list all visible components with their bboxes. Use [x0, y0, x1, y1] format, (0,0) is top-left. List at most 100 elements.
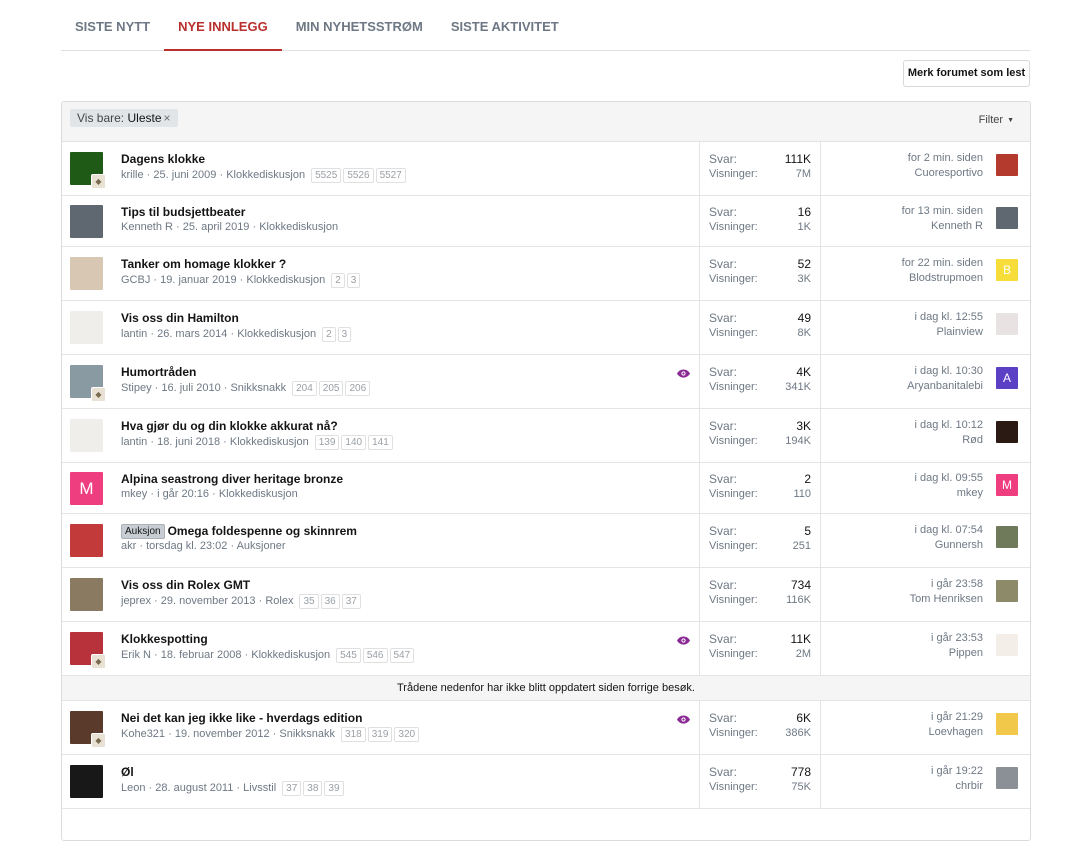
page-link[interactable]: 205 — [318, 381, 344, 396]
tab-siste-nytt[interactable]: SISTE NYTT — [61, 0, 164, 51]
thread-author[interactable]: jeprex — [121, 595, 151, 607]
last-poster-avatar[interactable] — [996, 634, 1018, 656]
last-poster-mini-avatar[interactable]: ◆ — [91, 174, 106, 189]
thread-date[interactable]: 18. juni 2018 — [157, 436, 220, 448]
last-post-user[interactable]: Loevhagen — [929, 726, 983, 738]
page-link[interactable]: 5526 — [343, 168, 374, 183]
close-icon[interactable]: × — [164, 111, 171, 125]
last-post-user[interactable]: mkey — [957, 487, 983, 499]
thread-forum[interactable]: Auksjoner — [237, 540, 286, 552]
thread-date[interactable]: 28. august 2011 — [155, 782, 233, 794]
thread-date[interactable]: i går 20:16 — [157, 488, 209, 500]
thread-forum[interactable]: Snikksnakk — [279, 728, 335, 740]
filter-dropdown-button[interactable]: Filter ▼ — [979, 114, 1014, 126]
page-link[interactable]: 204 — [292, 381, 317, 396]
thread-forum[interactable]: Snikksnakk — [230, 382, 286, 394]
last-poster-avatar[interactable] — [996, 207, 1018, 229]
page-link[interactable]: 37 — [282, 781, 302, 796]
last-post-user[interactable]: Rød — [962, 434, 983, 446]
page-link[interactable]: 38 — [303, 781, 323, 796]
thread-title-link[interactable]: Øl — [121, 765, 134, 779]
thread-author[interactable]: mkey — [121, 488, 147, 500]
last-post-date[interactable]: i går 21:29 — [931, 711, 983, 723]
page-link[interactable]: 5525 — [311, 168, 342, 183]
last-poster-mini-avatar[interactable]: ◆ — [91, 654, 106, 669]
avatar[interactable] — [70, 311, 103, 344]
page-link[interactable]: 39 — [324, 781, 344, 796]
mark-forum-read-button[interactable]: Merk forumet som lest — [903, 60, 1030, 87]
page-link[interactable]: 545 — [336, 648, 361, 663]
thread-forum[interactable]: Klokkediskusjon — [246, 274, 325, 286]
page-link[interactable]: 3 — [337, 327, 352, 342]
thread-author[interactable]: Stipey — [121, 382, 152, 394]
page-link[interactable]: 319 — [367, 727, 393, 742]
thread-title-link[interactable]: Alpina seastrong diver heritage bronze — [121, 472, 343, 486]
thread-forum[interactable]: Klokkediskusjon — [237, 328, 316, 340]
thread-date[interactable]: 25. juni 2009 — [153, 169, 216, 181]
avatar[interactable] — [70, 205, 103, 238]
avatar[interactable] — [70, 524, 103, 557]
tab-nye-innlegg[interactable]: NYE INNLEGG — [164, 0, 282, 51]
last-poster-avatar[interactable] — [996, 154, 1018, 176]
thread-date[interactable]: 16. juli 2010 — [161, 382, 220, 394]
page-link[interactable]: 2 — [322, 327, 336, 342]
thread-author[interactable]: akr — [121, 540, 136, 552]
thread-title-link[interactable]: Nei det kan jeg ikke like - hverdags edi… — [121, 711, 362, 725]
last-post-date[interactable]: for 13 min. siden — [902, 205, 983, 217]
last-post-user[interactable]: Cuoresportivo — [915, 167, 983, 179]
page-link[interactable]: 5527 — [375, 168, 406, 183]
page-link[interactable]: 140 — [341, 435, 367, 450]
thread-title-link[interactable]: Dagens klokke — [121, 152, 205, 166]
page-link[interactable]: 206 — [345, 381, 371, 396]
thread-author[interactable]: Erik N — [121, 649, 151, 661]
last-post-user[interactable]: Gunnersh — [935, 539, 983, 551]
last-poster-avatar[interactable] — [996, 767, 1018, 789]
page-link[interactable]: 547 — [389, 648, 415, 663]
last-poster-avatar[interactable]: M — [996, 474, 1018, 496]
thread-author[interactable]: Kenneth R — [121, 221, 173, 233]
thread-author[interactable]: GCBJ — [121, 274, 150, 286]
thread-title-link[interactable]: Vis oss din Rolex GMT — [121, 578, 250, 592]
thread-title-link[interactable]: Klokkespotting — [121, 632, 208, 646]
page-link[interactable]: 3 — [346, 273, 361, 288]
thread-title-link[interactable]: Auksjon Omega foldespenne og skinnrem — [121, 524, 357, 539]
avatar[interactable] — [70, 578, 103, 611]
page-link[interactable]: 318 — [341, 727, 366, 742]
tab-min-nyhetsstrom[interactable]: MIN NYHETSSTRØM — [282, 0, 437, 51]
page-link[interactable]: 35 — [299, 594, 319, 609]
last-poster-avatar[interactable] — [996, 313, 1018, 335]
last-poster-avatar[interactable]: A — [996, 367, 1018, 389]
last-poster-mini-avatar[interactable]: ◆ — [91, 387, 106, 402]
last-post-user[interactable]: Tom Henriksen — [910, 593, 983, 605]
thread-title-link[interactable]: Tips til budsjettbeater — [121, 205, 245, 219]
thread-forum[interactable]: Livsstil — [243, 782, 276, 794]
last-poster-avatar[interactable] — [996, 421, 1018, 443]
thread-title-link[interactable]: Tanker om homage klokker ? — [121, 257, 286, 271]
thread-date[interactable]: 29. november 2013 — [161, 595, 256, 607]
thread-title-link[interactable]: Vis oss din Hamilton — [121, 311, 239, 325]
last-poster-avatar[interactable] — [996, 713, 1018, 735]
page-link[interactable]: 37 — [341, 594, 361, 609]
thread-title-link[interactable]: Humortråden — [121, 365, 196, 379]
last-poster-avatar[interactable] — [996, 580, 1018, 602]
tab-siste-aktivitet[interactable]: SISTE AKTIVITET — [437, 0, 573, 51]
thread-title-link[interactable]: Hva gjør du og din klokke akkurat nå? — [121, 419, 338, 433]
thread-date[interactable]: 26. mars 2014 — [157, 328, 227, 340]
last-post-date[interactable]: i dag kl. 12:55 — [915, 311, 984, 323]
last-post-user[interactable]: Kenneth R — [931, 220, 983, 232]
thread-date[interactable]: 19. november 2012 — [175, 728, 270, 740]
last-post-date[interactable]: i dag kl. 07:54 — [915, 524, 984, 536]
thread-author[interactable]: krille — [121, 169, 144, 181]
last-poster-mini-avatar[interactable]: ◆ — [91, 733, 106, 748]
thread-date[interactable]: 19. januar 2019 — [160, 274, 236, 286]
last-post-date[interactable]: i dag kl. 10:30 — [915, 365, 984, 377]
last-post-user[interactable]: Aryanbanitalebi — [907, 380, 983, 392]
thread-date[interactable]: 25. april 2019 — [183, 221, 250, 233]
avatar[interactable]: M — [70, 472, 103, 505]
page-link[interactable]: 320 — [394, 727, 420, 742]
thread-forum[interactable]: Klokkediskusjon — [226, 169, 305, 181]
thread-author[interactable]: lantin — [121, 436, 147, 448]
thread-forum[interactable]: Klokkediskusjon — [230, 436, 309, 448]
avatar[interactable] — [70, 765, 103, 798]
last-post-date[interactable]: i går 23:58 — [931, 578, 983, 590]
